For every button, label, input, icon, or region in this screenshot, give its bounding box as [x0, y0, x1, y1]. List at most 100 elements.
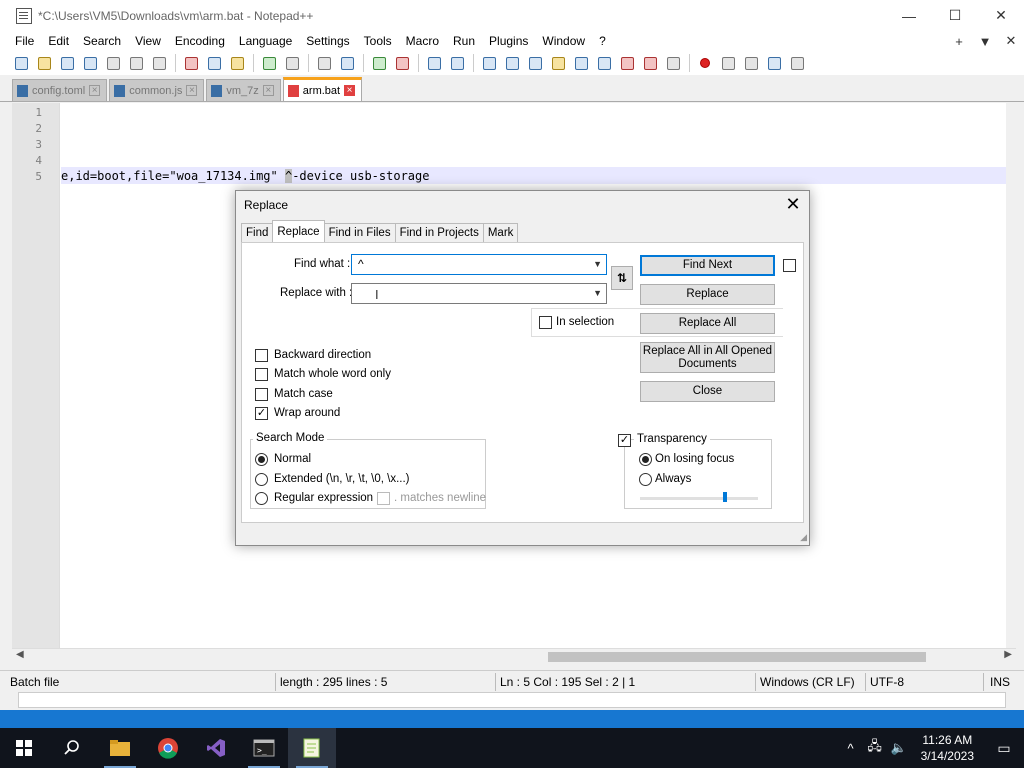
find-next-extra-checkbox[interactable] — [783, 259, 796, 272]
always-radio[interactable] — [639, 473, 652, 486]
close-window-button[interactable]: ✕ — [978, 0, 1024, 31]
doc-map-icon[interactable] — [572, 54, 590, 72]
tab-close-icon[interactable]: × — [186, 85, 198, 96]
taskbar-file-explorer[interactable] — [96, 728, 144, 768]
menu-window[interactable]: Window — [535, 34, 592, 48]
volume-icon[interactable]: 🔈 — [887, 740, 911, 756]
match-case-checkbox[interactable] — [255, 388, 268, 401]
swap-find-replace-button[interactable]: ⇅ — [611, 266, 633, 290]
find-next-button[interactable]: Find Next — [640, 255, 775, 276]
tab-replace[interactable]: Replace — [272, 220, 325, 242]
transparency-slider-track[interactable] — [640, 497, 758, 500]
close-icon[interactable] — [104, 54, 122, 72]
tab-mark[interactable]: Mark — [482, 223, 519, 242]
scroll-thumb[interactable] — [548, 652, 926, 662]
menu-tools[interactable]: Tools — [357, 34, 399, 48]
notification-icon[interactable]: ▭ — [984, 740, 1024, 757]
backward-direction-checkbox[interactable] — [255, 349, 268, 362]
new-file-icon[interactable] — [12, 54, 30, 72]
clock[interactable]: 11:26 AM 3/14/2023 — [921, 732, 974, 764]
menu-encoding[interactable]: Encoding — [168, 34, 232, 48]
sync-vertical-icon[interactable] — [425, 54, 443, 72]
menu-settings[interactable]: Settings — [299, 34, 356, 48]
show-all-chars-icon[interactable] — [503, 54, 521, 72]
find-icon[interactable] — [315, 54, 333, 72]
tab-common-js[interactable]: common.js × — [109, 79, 205, 101]
taskbar-search-button[interactable] — [48, 728, 96, 768]
menu-edit[interactable]: Edit — [41, 34, 76, 48]
menu-search[interactable]: Search — [76, 34, 128, 48]
open-file-icon[interactable] — [35, 54, 53, 72]
udl-icon[interactable] — [549, 54, 567, 72]
save-icon[interactable] — [58, 54, 76, 72]
chevron-up-icon[interactable]: ^ — [839, 741, 863, 756]
redo-icon[interactable] — [283, 54, 301, 72]
undo-icon[interactable] — [260, 54, 278, 72]
menu-file[interactable]: File — [0, 34, 41, 48]
wrap-around-checkbox[interactable]: ✓ — [255, 407, 268, 420]
replace-all-button[interactable]: Replace All — [640, 313, 775, 334]
title-bar[interactable]: *C:\Users\VM5\Downloads\vm\arm.bat - Not… — [0, 0, 1024, 31]
play-macro-icon[interactable] — [742, 54, 760, 72]
resize-grip-icon[interactable]: ◢ — [800, 532, 807, 543]
network-icon[interactable]: 🖧 — [863, 737, 887, 759]
dialog-close-icon[interactable]: ✕ — [783, 193, 803, 215]
tab-config-toml[interactable]: config.toml × — [12, 79, 108, 101]
code-line-5[interactable]: e,id=boot,file="woa_17134.img" ^-device … — [61, 169, 429, 183]
cut-icon[interactable] — [182, 54, 200, 72]
maximize-button[interactable]: ☐ — [932, 0, 978, 31]
sync-horizontal-icon[interactable] — [448, 54, 466, 72]
tab-list-dropdown-icon[interactable]: ▼ — [972, 34, 998, 49]
tab-find-in-files[interactable]: Find in Files — [323, 223, 396, 242]
replace-all-opened-button[interactable]: Replace All in All Opened Documents — [640, 342, 775, 373]
menu-help[interactable]: ? — [592, 34, 613, 48]
match-whole-word-checkbox[interactable] — [255, 368, 268, 381]
menu-language[interactable]: Language — [232, 34, 299, 48]
tab-close-icon[interactable]: × — [262, 85, 274, 96]
print-icon[interactable] — [150, 54, 168, 72]
chevron-down-icon[interactable]: ▼ — [593, 284, 602, 303]
replace-with-input[interactable]: ▼ — [351, 283, 607, 304]
tab-vm-7z[interactable]: vm_7z × — [206, 79, 281, 101]
replace-button[interactable]: Replace — [640, 284, 775, 305]
menu-plugins[interactable]: Plugins — [482, 34, 535, 48]
word-wrap-icon[interactable] — [480, 54, 498, 72]
in-selection-checkbox[interactable] — [539, 316, 552, 329]
tab-arm-bat[interactable]: arm.bat × — [282, 77, 363, 101]
transparency-slider-thumb[interactable] — [723, 492, 727, 502]
close-button[interactable]: Close — [640, 381, 775, 402]
doc-list-icon[interactable] — [595, 54, 613, 72]
new-tab-plus-icon[interactable]: + — [946, 34, 972, 49]
tab-close-icon[interactable]: × — [344, 85, 356, 96]
scroll-right-icon[interactable]: ▶ — [1004, 649, 1012, 660]
tab-find[interactable]: Find — [241, 223, 274, 242]
chevron-down-icon[interactable]: ▼ — [593, 255, 602, 274]
run-macro-multiple-icon[interactable] — [765, 54, 783, 72]
monitoring-icon[interactable] — [664, 54, 682, 72]
vertical-scrollbar[interactable] — [1006, 103, 1016, 648]
taskbar-visual-studio[interactable] — [192, 728, 240, 768]
function-list-icon[interactable] — [618, 54, 636, 72]
save-all-icon[interactable] — [81, 54, 99, 72]
matches-newline-checkbox[interactable] — [377, 492, 390, 505]
zoom-in-icon[interactable] — [370, 54, 388, 72]
regex-mode-radio[interactable] — [255, 492, 268, 505]
folder-workspace-icon[interactable] — [641, 54, 659, 72]
taskbar-notepadpp[interactable] — [288, 728, 336, 768]
stop-macro-icon[interactable] — [719, 54, 737, 72]
taskbar-chrome[interactable] — [144, 728, 192, 768]
replace-icon[interactable] — [338, 54, 356, 72]
menu-run[interactable]: Run — [446, 34, 482, 48]
minimize-button[interactable]: — — [886, 0, 932, 31]
normal-mode-radio[interactable] — [255, 453, 268, 466]
copy-icon[interactable] — [205, 54, 223, 72]
scroll-left-icon[interactable]: ◀ — [16, 649, 24, 660]
close-all-icon[interactable] — [127, 54, 145, 72]
menu-view[interactable]: View — [128, 34, 168, 48]
indent-guide-icon[interactable] — [526, 54, 544, 72]
find-what-input[interactable]: ^ ▼ — [351, 254, 607, 275]
close-document-icon[interactable]: ✕ — [998, 33, 1024, 49]
save-macro-icon[interactable] — [788, 54, 806, 72]
horizontal-scrollbar[interactable]: ◀ ▶ — [12, 648, 1016, 664]
transparency-checkbox[interactable]: ✓ — [618, 434, 631, 447]
